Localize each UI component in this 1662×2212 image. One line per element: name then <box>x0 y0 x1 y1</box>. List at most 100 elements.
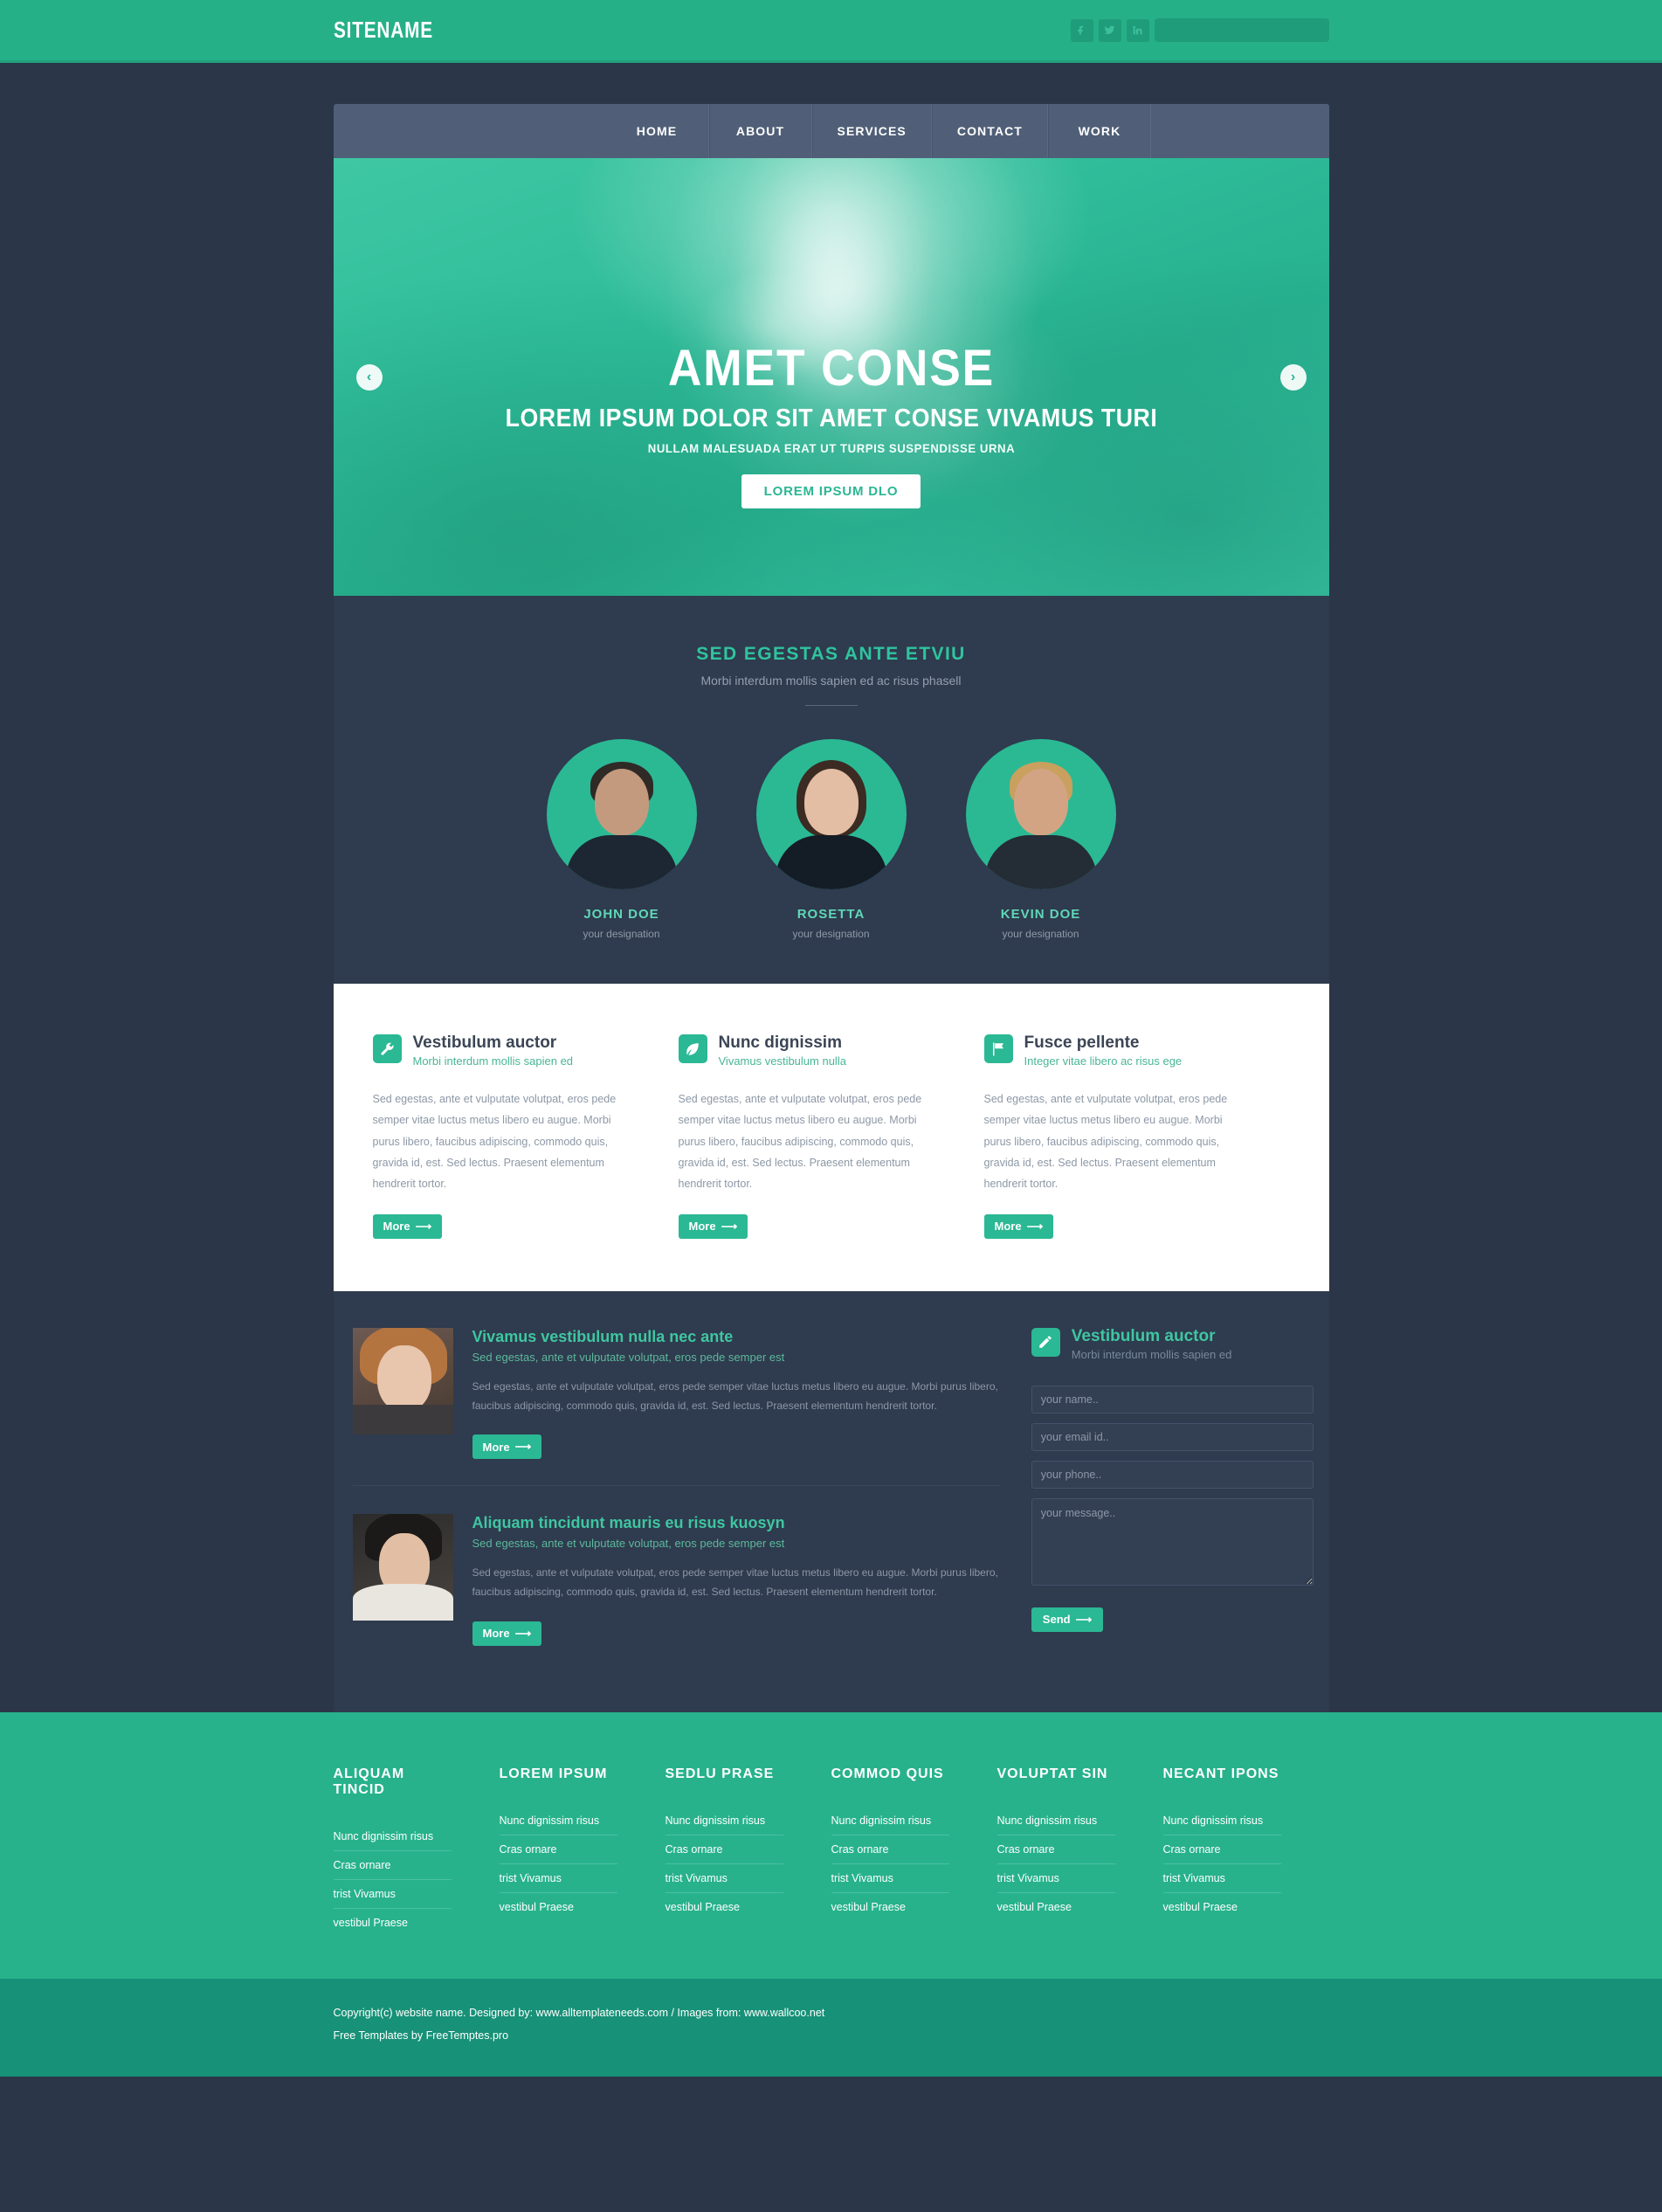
blog-more-label: More <box>482 1440 510 1454</box>
footer-link[interactable]: Nunc dignissim risus <box>499 1807 617 1835</box>
team-members: JOHN DOE your designation ROSETTA your d… <box>334 739 1329 940</box>
footer-link[interactable]: Cras ornare <box>333 1851 452 1880</box>
feature-subtitle: Vivamus vestibulum nulla <box>718 1054 846 1068</box>
search-wrapper <box>1154 18 1329 42</box>
footer-link[interactable]: Cras ornare <box>665 1835 783 1864</box>
nav-item-about[interactable]: ABOUT <box>708 104 812 158</box>
arrow-right-icon: ⟶ <box>415 1219 432 1233</box>
contact-message-textarea[interactable] <box>1031 1497 1314 1586</box>
blog-contact-section: Vivamus vestibulum nulla nec ante Sed eg… <box>333 1290 1329 1712</box>
facebook-icon[interactable] <box>1070 18 1093 42</box>
team-member-name: JOHN DOE <box>583 907 659 922</box>
footer-link[interactable]: trist Vivamus <box>1162 1864 1281 1893</box>
team-member[interactable]: JOHN DOE your designation <box>546 739 697 940</box>
team-member-name: ROSETTA <box>797 907 865 922</box>
avatar <box>546 739 697 889</box>
footer-heading: COMMOD QUIS <box>831 1766 944 1781</box>
team-member-designation: your designation <box>583 928 660 940</box>
slider-next-button[interactable]: › <box>1279 363 1307 391</box>
footer-link[interactable]: Nunc dignissim risus <box>831 1807 949 1835</box>
linkedin-icon[interactable] <box>1126 18 1149 42</box>
top-bar-right <box>1070 18 1329 42</box>
copyright-line-2: Free Templates by FreeTemptes.pro <box>333 2029 509 2042</box>
footer-link[interactable]: trist Vivamus <box>831 1864 949 1893</box>
feature-more-button[interactable]: More ⟶ <box>983 1213 1054 1239</box>
site-logo[interactable]: SITENAME <box>334 17 433 44</box>
hero-cta-button[interactable]: LOREM IPSUM DLO <box>741 474 921 508</box>
blog-post-subtitle: Sed egestas, ante et vulputate volutpat,… <box>472 1537 785 1551</box>
blog-post-title[interactable]: Aliquam tincidunt mauris eu risus kuosyn <box>472 1514 1000 1532</box>
footer-link[interactable]: trist Vivamus <box>997 1864 1115 1893</box>
footer-link[interactable]: vestibul Praese <box>997 1893 1115 1921</box>
feature-body: Sed egestas, ante et vulputate volutpat,… <box>983 1092 1228 1191</box>
footer-heading: LOREM IPSUM <box>499 1766 608 1781</box>
feature-body: Sed egestas, ante et vulputate volutpat,… <box>678 1092 922 1191</box>
footer-link[interactable]: trist Vivamus <box>333 1880 452 1909</box>
blog-more-label: More <box>482 1627 510 1641</box>
footer-link[interactable]: Cras ornare <box>499 1835 617 1864</box>
copyright-bar: Copyright(c) website name. Designed by: … <box>0 1978 1662 2077</box>
arrow-right-icon: ⟶ <box>514 1440 532 1454</box>
blog-more-button[interactable]: More ⟶ <box>472 1621 542 1646</box>
hero-slider: ‹ › AMET CONSE LOREM IPSUM DOLOR SIT AME… <box>333 158 1329 596</box>
copyright-line-1: Copyright(c) website name. Designed by: … <box>333 2006 825 2019</box>
footer-link[interactable]: Nunc dignissim risus <box>665 1807 783 1835</box>
avatar <box>755 739 907 889</box>
footer-link[interactable]: Nunc dignissim risus <box>1162 1807 1281 1835</box>
search-input[interactable] <box>1154 18 1329 42</box>
team-member-designation: your designation <box>1002 928 1079 940</box>
blog-column: Vivamus vestibulum nulla nec ante Sed eg… <box>349 1327 1012 1672</box>
feature-subtitle: Integer vitae libero ac risus ege <box>1024 1054 1183 1068</box>
footer-link[interactable]: vestibul Praese <box>334 1909 452 1937</box>
feature-subtitle: Morbi interdum mollis sapien ed <box>412 1054 574 1068</box>
feature-more-label: More <box>688 1220 716 1234</box>
feature-more-button[interactable]: More ⟶ <box>678 1213 748 1239</box>
team-member[interactable]: ROSETTA your designation <box>755 739 907 940</box>
feature-more-label: More <box>994 1220 1022 1234</box>
footer-heading: NECANT IPONS <box>1162 1766 1279 1781</box>
nav-item-home[interactable]: HOME <box>606 104 709 158</box>
footer-link[interactable]: vestibul Praese <box>665 1893 783 1921</box>
blog-post-body: Sed egestas, ante et vulputate volutpat,… <box>472 1379 998 1412</box>
footer-column: NECANT IPONS Nunc dignissim risus Cras o… <box>1162 1766 1329 1937</box>
footer-link[interactable]: Cras ornare <box>997 1835 1115 1864</box>
footer-link[interactable]: vestibul Praese <box>1163 1893 1281 1921</box>
blog-more-button[interactable]: More ⟶ <box>472 1434 542 1460</box>
contact-phone-input[interactable] <box>1031 1460 1314 1489</box>
contact-send-button[interactable]: Send ⟶ <box>1031 1607 1104 1632</box>
footer-link[interactable]: trist Vivamus <box>499 1864 617 1893</box>
nav-item-work[interactable]: WORK <box>1047 104 1151 158</box>
blog-post-subtitle: Sed egestas, ante et vulputate volutpat,… <box>472 1350 785 1364</box>
footer-link[interactable]: trist Vivamus <box>665 1864 783 1893</box>
contact-name-input[interactable] <box>1031 1385 1314 1414</box>
slider-prev-button[interactable]: ‹ <box>355 363 383 391</box>
footer-link[interactable]: vestibul Praese <box>500 1893 617 1921</box>
hero-title: AMET CONSE <box>667 340 995 397</box>
feature-more-button[interactable]: More ⟶ <box>372 1213 443 1239</box>
footer-link[interactable]: Cras ornare <box>1162 1835 1281 1864</box>
feature-title: Nunc dignissim <box>718 1033 842 1052</box>
team-member[interactable]: KEVIN DOE your designation <box>965 739 1116 940</box>
nav-item-contact[interactable]: CONTACT <box>931 104 1048 158</box>
footer-link[interactable]: Cras ornare <box>831 1835 949 1864</box>
arrow-right-icon: ⟶ <box>1075 1612 1093 1626</box>
footer-link[interactable]: Nunc dignissim risus <box>333 1822 452 1851</box>
arrow-right-icon: ⟶ <box>721 1219 738 1233</box>
twitter-icon[interactable] <box>1098 18 1121 42</box>
footer-heading: ALIQUAM TINCID <box>333 1766 405 1797</box>
nav-item-services[interactable]: SERVICES <box>811 104 932 158</box>
feature-title: Fusce pellente <box>1024 1033 1140 1052</box>
hero-content: AMET CONSE LOREM IPSUM DOLOR SIT AMET CO… <box>334 158 1329 508</box>
blog-thumbnail <box>352 1514 453 1621</box>
page-root: SITENAME HOME ABOUT SERVICES CONTACT WOR… <box>0 0 1662 2212</box>
team-subheading: Morbi interdum mollis sapien ed ac risus… <box>700 674 962 688</box>
footer-link[interactable]: Nunc dignissim risus <box>997 1807 1115 1835</box>
team-heading: SED EGESTAS ANTE ETVIU <box>696 644 966 664</box>
main-container: HOME ABOUT SERVICES CONTACT WORK ‹ › AME… <box>333 104 1329 1712</box>
footer-link[interactable]: vestibul Praese <box>831 1893 949 1921</box>
contact-email-input[interactable] <box>1031 1422 1314 1451</box>
footer-column: ALIQUAM TINCID Nunc dignissim risus Cras… <box>333 1766 500 1937</box>
team-section: SED EGESTAS ANTE ETVIU Morbi interdum mo… <box>333 596 1329 984</box>
blog-post-title[interactable]: Vivamus vestibulum nulla nec ante <box>472 1328 1000 1346</box>
footer-column: VOLUPTAT SIN Nunc dignissim risus Cras o… <box>997 1766 1163 1937</box>
